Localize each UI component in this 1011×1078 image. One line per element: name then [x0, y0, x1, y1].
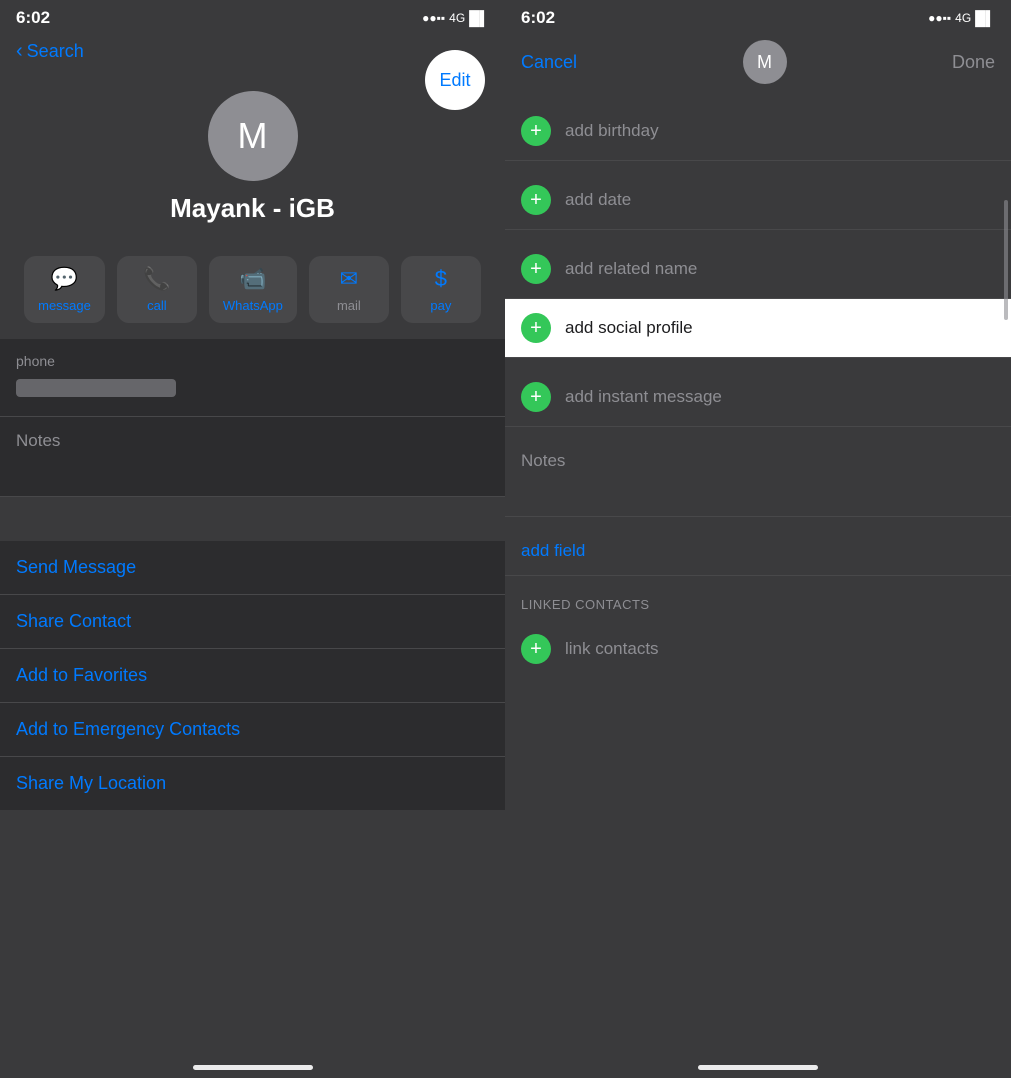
right-battery-icon: █▌ [975, 10, 995, 26]
add-birthday-label: add birthday [565, 121, 659, 141]
send-message-button[interactable]: Send Message [0, 541, 505, 595]
left-network-icon: 4G [449, 11, 465, 25]
mail-icon: ✉ [340, 266, 358, 292]
add-social-profile-label: add social profile [565, 318, 693, 338]
pay-icon: $ [435, 266, 447, 292]
share-contact-button[interactable]: Share Contact [0, 595, 505, 649]
add-date-icon: + [521, 185, 551, 215]
phone-section: phone [0, 339, 505, 417]
add-birthday-row[interactable]: + add birthday [505, 102, 1011, 161]
add-related-name-icon: + [521, 254, 551, 284]
whatsapp-icon: 📹 [239, 266, 266, 292]
add-date-row[interactable]: + add date [505, 171, 1011, 230]
phone-label: phone [16, 353, 489, 369]
left-status-icons: ●●▪▪ 4G █▌ [422, 10, 489, 26]
right-network-icon: 4G [955, 11, 971, 25]
left-status-bar: 6:02 ●●▪▪ 4G █▌ [0, 0, 505, 32]
right-avatar-initial: M [757, 52, 772, 73]
add-to-favorites-button[interactable]: Add to Favorites [0, 649, 505, 703]
pay-label: pay [430, 298, 451, 313]
add-birthday-icon: + [521, 116, 551, 146]
left-nav-bar: ‹ Search Edit [0, 32, 505, 71]
cancel-button[interactable]: Cancel [521, 52, 577, 73]
mail-button[interactable]: ✉ mail [309, 256, 389, 323]
right-nav-bar: Cancel M Done [505, 32, 1011, 92]
pay-button[interactable]: $ pay [401, 256, 481, 323]
contact-name: Mayank - iGB [170, 193, 335, 224]
whatsapp-button[interactable]: 📹 WhatsApp [209, 256, 297, 323]
add-field-section[interactable]: add field [505, 527, 1011, 576]
edit-button[interactable]: Edit [425, 50, 485, 110]
add-fields-list: + add birthday + add date + add related … [505, 92, 1011, 678]
right-home-indicator [698, 1065, 818, 1070]
left-panel: 6:02 ●●▪▪ 4G █▌ ‹ Search Edit M Mayank -… [0, 0, 505, 1078]
add-instant-message-row[interactable]: + add instant message [505, 368, 1011, 427]
add-emergency-contacts-button[interactable]: Add to Emergency Contacts [0, 703, 505, 757]
phone-number-blurred [16, 379, 176, 397]
message-label: message [38, 298, 91, 313]
linked-contacts-title: LINKED CONTACTS [521, 597, 650, 612]
add-social-profile-icon: + [521, 313, 551, 343]
back-label: Search [27, 41, 84, 62]
notes-section: Notes [0, 417, 505, 497]
add-instant-message-icon: + [521, 382, 551, 412]
notes-label: Notes [16, 431, 489, 451]
add-related-name-row[interactable]: + add related name [505, 240, 1011, 299]
add-instant-message-label: add instant message [565, 387, 722, 407]
add-social-profile-row[interactable]: + add social profile [505, 299, 1011, 358]
add-date-label: add date [565, 190, 631, 210]
action-buttons-row: 💬 message 📞 call 📹 WhatsApp ✉ mail $ pay [0, 240, 505, 339]
right-status-icons: ●●▪▪ 4G █▌ [928, 10, 995, 26]
right-contact-avatar: M [743, 40, 787, 84]
avatar-initial: M [238, 115, 268, 157]
call-button[interactable]: 📞 call [117, 256, 197, 323]
right-time: 6:02 [521, 8, 555, 28]
linked-contacts-header: LINKED CONTACTS [505, 586, 1011, 620]
call-label: call [147, 298, 167, 313]
whatsapp-label: WhatsApp [223, 298, 283, 313]
share-location-button[interactable]: Share My Location [0, 757, 505, 810]
back-arrow-icon: ‹ [16, 40, 23, 63]
right-status-bar: 6:02 ●●▪▪ 4G █▌ [505, 0, 1011, 32]
right-notes-section: Notes [505, 437, 1011, 517]
link-contacts-label: link contacts [565, 639, 659, 659]
message-button[interactable]: 💬 message [24, 256, 105, 323]
scroll-indicator [1004, 200, 1008, 320]
add-field-label: add field [521, 541, 585, 560]
add-related-name-label: add related name [565, 259, 697, 279]
back-button[interactable]: ‹ Search [16, 40, 84, 63]
right-panel: 6:02 ●●▪▪ 4G █▌ Cancel M Done + add birt… [505, 0, 1011, 1078]
left-battery-icon: █▌ [469, 10, 489, 26]
link-contacts-icon: + [521, 634, 551, 664]
contact-avatar: M [208, 91, 298, 181]
done-button[interactable]: Done [952, 52, 995, 73]
mail-label: mail [337, 298, 361, 313]
right-notes-label: Notes [521, 451, 995, 471]
link-contacts-row[interactable]: + link contacts [505, 620, 1011, 678]
left-time: 6:02 [16, 8, 50, 28]
left-signal-icon: ●●▪▪ [422, 11, 445, 25]
call-icon: 📞 [143, 266, 170, 292]
right-signal-icon: ●●▪▪ [928, 11, 951, 25]
link-section: Send Message Share Contact Add to Favori… [0, 541, 505, 810]
home-indicator [193, 1065, 313, 1070]
message-icon: 💬 [51, 266, 78, 292]
